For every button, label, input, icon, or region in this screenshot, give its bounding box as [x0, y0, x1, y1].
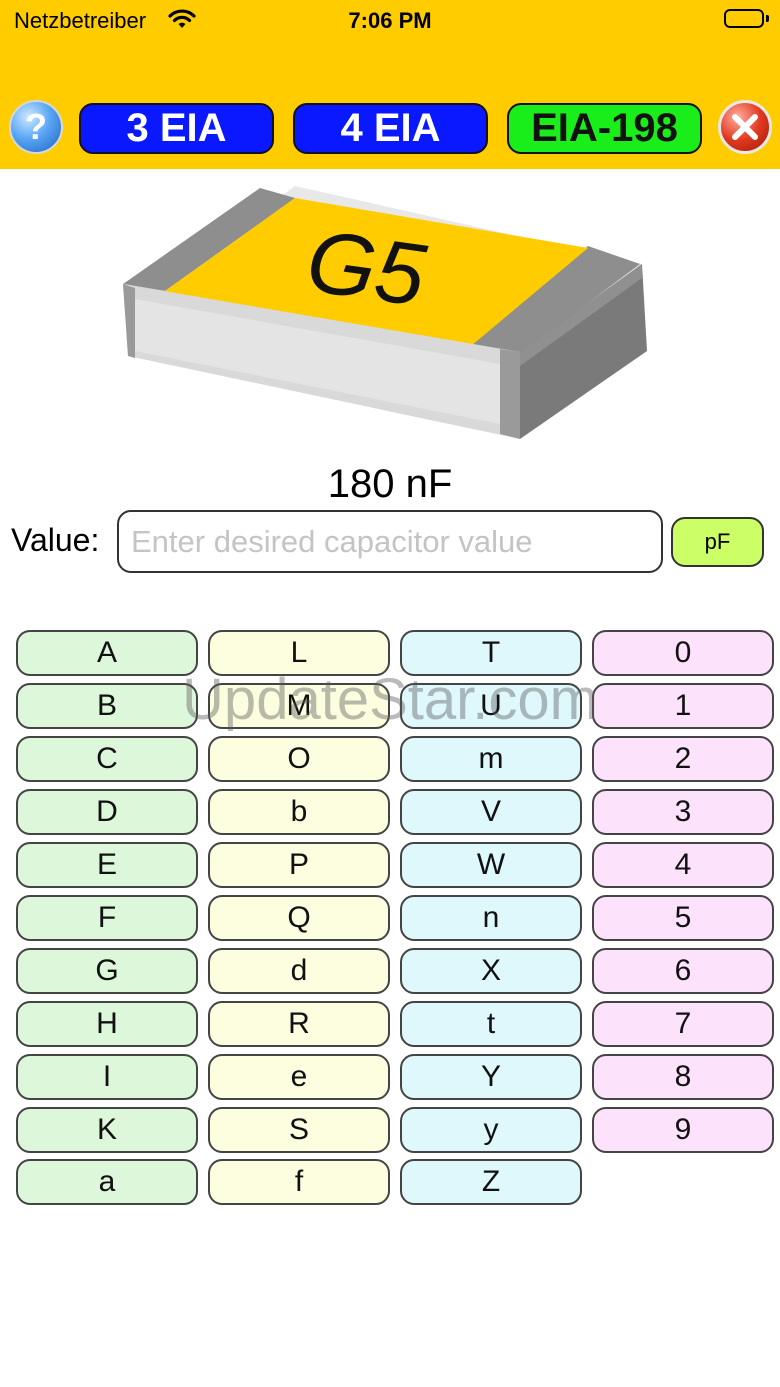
key-n-lower[interactable]: n [400, 895, 582, 941]
key-9[interactable]: 9 [592, 1107, 774, 1153]
close-button[interactable] [718, 100, 772, 154]
mode-eia198-button[interactable]: EIA-198 [507, 103, 702, 154]
key-f-lower[interactable]: f [208, 1159, 390, 1205]
key-B[interactable]: B [16, 683, 198, 729]
key-T[interactable]: T [400, 630, 582, 676]
key-6[interactable]: 6 [592, 948, 774, 994]
key-Q[interactable]: Q [208, 895, 390, 941]
key-m-lower[interactable]: m [400, 736, 582, 782]
mode-4eia-button[interactable]: 4 EIA [293, 103, 488, 154]
value-label: Value: [11, 522, 100, 558]
key-M[interactable]: M [208, 683, 390, 729]
key-X[interactable]: X [400, 948, 582, 994]
key-L[interactable]: L [208, 630, 390, 676]
key-4[interactable]: 4 [592, 842, 774, 888]
key-P[interactable]: P [208, 842, 390, 888]
key-a-lower[interactable]: a [16, 1159, 198, 1205]
key-I[interactable]: I [16, 1054, 198, 1100]
status-time: 7:06 PM [348, 8, 432, 33]
capacitor-chip-image: G5 [123, 186, 647, 439]
close-icon [732, 114, 758, 140]
key-R[interactable]: R [208, 1001, 390, 1047]
key-K[interactable]: K [16, 1107, 198, 1153]
key-A[interactable]: A [16, 630, 198, 676]
result-value: 180 nF [327, 462, 453, 506]
key-7[interactable]: 7 [592, 1001, 774, 1047]
key-2[interactable]: 2 [592, 736, 774, 782]
key-W[interactable]: W [400, 842, 582, 888]
key-0[interactable]: 0 [592, 630, 774, 676]
key-5[interactable]: 5 [592, 895, 774, 941]
key-G[interactable]: G [16, 948, 198, 994]
key-S[interactable]: S [208, 1107, 390, 1153]
key-D[interactable]: D [16, 789, 198, 835]
key-d-lower[interactable]: d [208, 948, 390, 994]
key-U[interactable]: U [400, 683, 582, 729]
capacitor-value-input[interactable] [117, 510, 663, 573]
battery-icon [724, 9, 764, 28]
top-toolbar: Netzbetreiber 7:06 PM ? 3 EIA 4 EIA EIA-… [0, 0, 780, 169]
key-b-lower[interactable]: b [208, 789, 390, 835]
key-1[interactable]: 1 [592, 683, 774, 729]
key-V[interactable]: V [400, 789, 582, 835]
key-C[interactable]: C [16, 736, 198, 782]
key-t-lower[interactable]: t [400, 1001, 582, 1047]
key-O[interactable]: O [208, 736, 390, 782]
key-H[interactable]: H [16, 1001, 198, 1047]
key-e-lower[interactable]: e [208, 1054, 390, 1100]
key-Y[interactable]: Y [400, 1054, 582, 1100]
key-E[interactable]: E [16, 842, 198, 888]
key-F[interactable]: F [16, 895, 198, 941]
key-3[interactable]: 3 [592, 789, 774, 835]
mode-3eia-button[interactable]: 3 EIA [79, 103, 274, 154]
chip-code-label: G5 [301, 210, 432, 325]
battery-tip [766, 15, 769, 22]
unit-button[interactable]: pF [671, 517, 764, 567]
key-y-lower[interactable]: y [400, 1107, 582, 1153]
key-Z[interactable]: Z [400, 1159, 582, 1205]
help-button[interactable]: ? [9, 100, 63, 154]
key-8[interactable]: 8 [592, 1054, 774, 1100]
